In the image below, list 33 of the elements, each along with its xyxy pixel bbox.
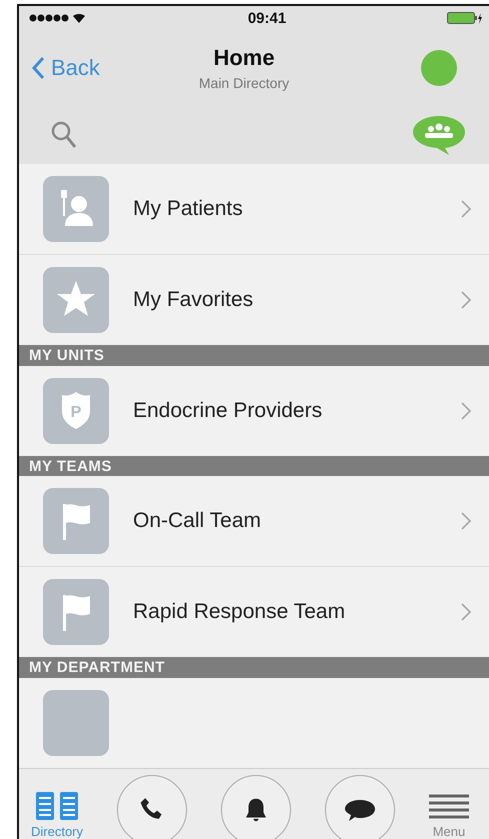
badge-icon: P [43, 378, 109, 444]
row-label: Rapid Response Team [133, 600, 346, 624]
directory-row[interactable]: P Endocrine Providers [19, 366, 489, 456]
signal-icon [29, 12, 87, 24]
row-label: My Patients [133, 197, 244, 221]
directory-row[interactable]: On-Call Team [19, 476, 489, 566]
directory-icon [36, 792, 78, 820]
row-label: On-Call Team [133, 509, 262, 534]
screen-title: Home [213, 45, 275, 71]
chevron-right-icon [461, 603, 471, 622]
section-header: MY DEPARTMENT [19, 657, 489, 678]
section-header: MY UNITS [19, 345, 489, 366]
row-label: Endocrine Providers [133, 398, 324, 423]
chevron-right-icon [461, 200, 471, 218]
patient-icon [43, 176, 109, 242]
menu-icon [428, 794, 469, 820]
flag-icon [43, 488, 109, 554]
flag-icon [43, 579, 109, 646]
battery-icon [447, 12, 483, 24]
search-icon[interactable] [51, 121, 77, 149]
chevron-right-icon [461, 512, 471, 530]
presence-dot [421, 50, 457, 86]
blank-icon [43, 690, 109, 756]
row-label: My Favorites [133, 288, 254, 312]
section-header: MY TEAMS [19, 456, 489, 476]
status-time: 09:41 [248, 10, 286, 26]
screen-subtitle: Main Directory [198, 75, 290, 91]
chevron-left-icon [31, 56, 45, 80]
chevron-right-icon [461, 402, 471, 420]
directory-row[interactable]: My Favorites [19, 254, 489, 345]
chevron-right-icon [461, 291, 471, 309]
directory-row[interactable]: Rapid Response Team [19, 566, 489, 658]
directory-row[interactable]: My Patients [19, 164, 489, 254]
